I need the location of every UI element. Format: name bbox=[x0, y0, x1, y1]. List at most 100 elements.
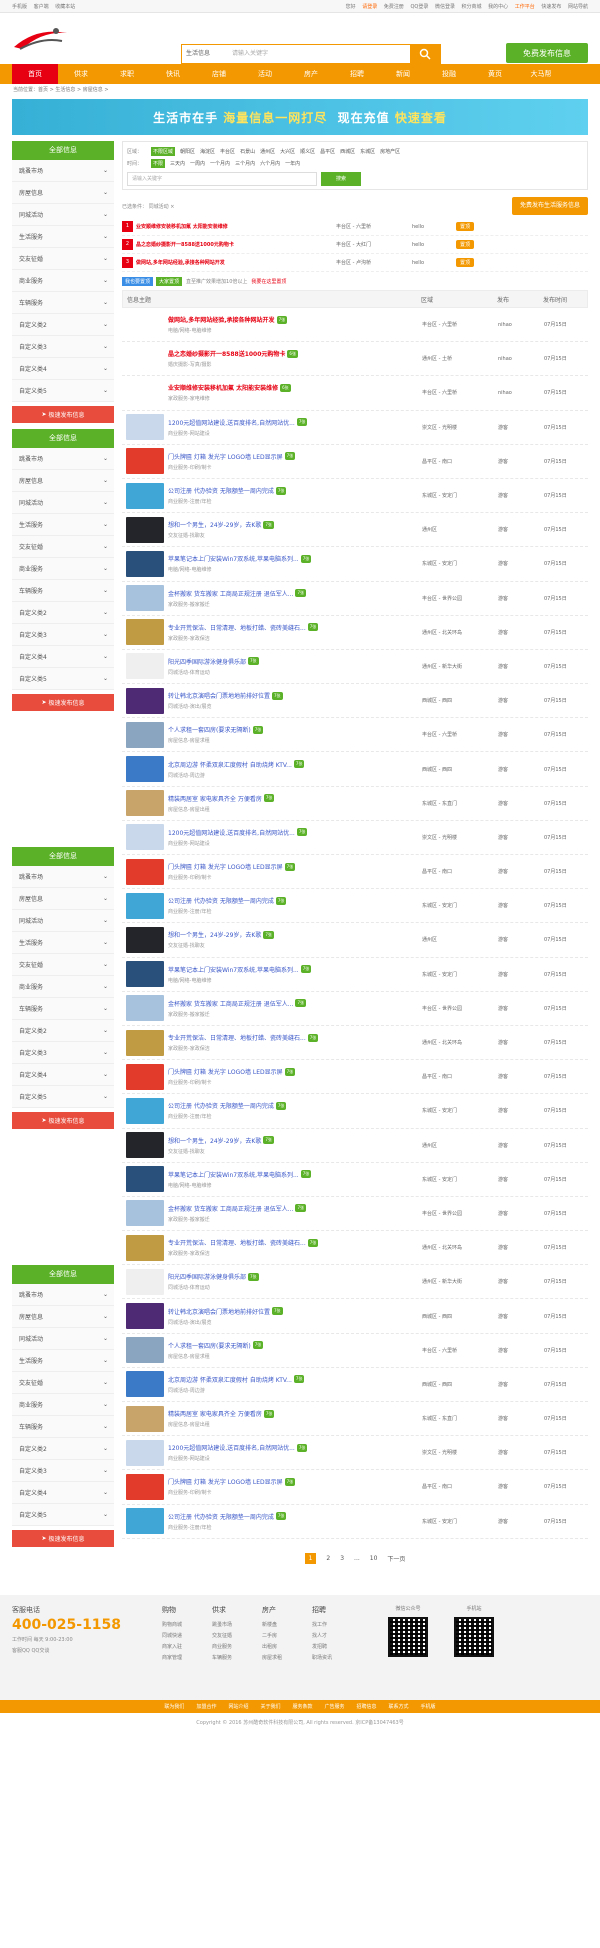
area-option[interactable]: 西城区 bbox=[340, 148, 355, 155]
listing-thumbnail[interactable] bbox=[126, 653, 164, 680]
sidebar-item[interactable]: 跳蚤市场 ⌄ bbox=[12, 160, 114, 182]
login-link[interactable]: 请登录 bbox=[362, 4, 377, 10]
listing-title[interactable]: 金杯搬家 货车搬家 工商局正规注册 退伍军人... 7张 bbox=[168, 999, 422, 1008]
listing-thumbnail[interactable] bbox=[126, 311, 164, 338]
listing-title[interactable]: 苹果笔记本上门安装Win7双系统,苹果电脑系列... 7张 bbox=[168, 1170, 422, 1179]
listing-thumbnail[interactable] bbox=[126, 448, 164, 475]
sticky-row[interactable]: 3 做网站,多年网站经验,承接各种网站开发 丰台区 - 卢沟桥 hello 置顶 bbox=[122, 254, 588, 272]
listing-thumbnail[interactable] bbox=[126, 345, 164, 372]
listing-title[interactable]: 想和一个男生，24岁-29岁，去K歌 7张 bbox=[168, 930, 422, 939]
listing-title[interactable]: 精装两居室 家电家具齐全 万便看房 7张 bbox=[168, 794, 422, 803]
listing-title[interactable]: 公司注册 代办验资 无限额垫一周内完成 7张 bbox=[168, 1512, 422, 1521]
footer-link[interactable]: 出租房 bbox=[262, 1643, 312, 1650]
area-option[interactable]: 昌平区 bbox=[320, 148, 335, 155]
listing-title[interactable]: 阳光四季国际游泳健身俱乐部 7张 bbox=[168, 657, 422, 666]
listing-thumbnail[interactable] bbox=[126, 379, 164, 406]
footer-link[interactable]: 购物商城 bbox=[162, 1621, 212, 1628]
table-row[interactable]: 金杯搬家 货车搬家 工商局正规注册 退伍军人... 7张 家政服务-搬家搬迁 丰台区 … bbox=[122, 992, 588, 1026]
table-row[interactable]: 苹果笔记本上门安装Win7双系统,苹果电脑系列... 7张 电脑/网络-电脑维修 东城… bbox=[122, 547, 588, 582]
table-row[interactable]: 北京周边游 怀柔双泉汇度假村 自助烧烤 KTV... 7张 同城活动-周边游 西城区 … bbox=[122, 752, 588, 787]
sidebar-item[interactable]: 同城活动 ⌄ bbox=[12, 204, 114, 226]
page-link[interactable]: 10 bbox=[370, 1555, 378, 1562]
sidebar-item[interactable]: 车辆服务 ⌄ bbox=[12, 998, 114, 1020]
table-row[interactable]: 个人求租一套四房(要求无隔断) 7张 房屋信息-房屋求租 丰台区 - 六里桥 游客 07月… bbox=[122, 718, 588, 753]
listing-thumbnail[interactable] bbox=[126, 1439, 164, 1466]
sidebar-item[interactable]: 交友征婚 ⌄ bbox=[12, 248, 114, 270]
listing-title[interactable]: 门头牌匾 灯箱 发光字 LOGO墙 LED显示屏 7张 bbox=[168, 1477, 422, 1486]
sidebar-item[interactable]: 车辆服务 ⌄ bbox=[12, 292, 114, 314]
listing-thumbnail[interactable] bbox=[126, 1337, 164, 1364]
footer-link[interactable]: 发招聘 bbox=[312, 1643, 362, 1650]
time-option[interactable]: 一年内 bbox=[285, 160, 300, 167]
nav-home[interactable]: 首页 bbox=[12, 64, 58, 84]
area-option[interactable]: 不限区域 bbox=[151, 146, 176, 156]
sidebar-item[interactable]: 车辆服务 ⌄ bbox=[12, 580, 114, 602]
sticky-row[interactable]: 1 业安顺维修安装移机加氟 太阳能安装维修 丰台区 - 六里桥 hello 置顶 bbox=[122, 218, 588, 236]
sidebar-item[interactable]: 商业服务 ⌄ bbox=[12, 558, 114, 580]
sidebar-item[interactable]: 交友征婚 ⌄ bbox=[12, 1372, 114, 1394]
listing-title[interactable]: 公司注册 代办验资 无限额垫一周内完成 7张 bbox=[168, 896, 422, 905]
table-row[interactable]: 公司注册 代办验资 无限额垫一周内完成 7张 商业服务-注册/年检 东城区 - 安定门… bbox=[122, 479, 588, 514]
listing-title[interactable]: 业安顺维修安装移机加氟 太阳能安装维修 6张 bbox=[168, 383, 422, 392]
listing-thumbnail[interactable] bbox=[126, 619, 164, 646]
listing-thumbnail[interactable] bbox=[126, 1029, 164, 1056]
listing-thumbnail[interactable] bbox=[126, 687, 164, 714]
table-row[interactable]: 1200元超值网站建设,送百度排名,自然网站优... 7张 商业服务-网站建设 崇文区… bbox=[122, 1436, 588, 1471]
listing-thumbnail[interactable] bbox=[126, 414, 164, 441]
nav-recruit[interactable]: 招聘 bbox=[334, 64, 380, 84]
sidebar-item[interactable]: 生活服务 ⌄ bbox=[12, 226, 114, 248]
footer-link[interactable]: 职场资讯 bbox=[312, 1654, 362, 1661]
sidebar-item[interactable]: 交友征婚 ⌄ bbox=[12, 954, 114, 976]
table-row[interactable]: 精装两居室 家电家具齐全 万便看房 7张 房屋信息-房屋出租 东城区 - 东直门 游客 0… bbox=[122, 787, 588, 821]
sidebar-item[interactable]: 生活服务 ⌄ bbox=[12, 1350, 114, 1372]
listing-title[interactable]: 个人求租一套四房(要求无隔断) 7张 bbox=[168, 1341, 422, 1350]
listing-title[interactable]: 专业开荒保洁、日常清理、地板打蜡、瓷砖美缝石... 7张 bbox=[168, 1238, 422, 1247]
page-link[interactable]: 3 bbox=[340, 1555, 344, 1562]
sidebar-item[interactable]: 自定义类4 ⌄ bbox=[12, 1064, 114, 1086]
table-row[interactable]: 公司注册 代办验资 无限额垫一周内完成 7张 商业服务-注册/年检 东城区 - 安定门… bbox=[122, 889, 588, 924]
table-row[interactable]: 阳光四季国际游泳健身俱乐部 7张 同城活动-体育运动 通州区 - 新华大街 游客 07月1… bbox=[122, 650, 588, 685]
footer-nav-link[interactable]: 广告服务 bbox=[325, 1703, 345, 1710]
search-category-select[interactable]: 生活信息 bbox=[182, 45, 232, 63]
footer-link[interactable]: 跳蚤市场 bbox=[212, 1621, 262, 1628]
sidebar-item[interactable]: 自定义类4 ⌄ bbox=[12, 358, 114, 380]
nav-invest[interactable]: 投融 bbox=[426, 64, 472, 84]
table-row[interactable]: 门头牌匾 灯箱 发光字 LOGO墙 LED显示屏 7张 商业服务-印刷/制卡 昌平区 … bbox=[122, 1060, 588, 1095]
filter-search-button[interactable]: 搜索 bbox=[321, 172, 361, 186]
sidebar-item[interactable]: 房屋信息 ⌄ bbox=[12, 1306, 114, 1328]
footer-link[interactable]: 房屋求租 bbox=[262, 1654, 312, 1661]
sidebar-item[interactable]: 自定义类3 ⌄ bbox=[12, 1460, 114, 1482]
nav-supply[interactable]: 供求 bbox=[58, 64, 104, 84]
table-row[interactable]: 门头牌匾 灯箱 发光字 LOGO墙 LED显示屏 7张 商业服务-印刷/制卡 昌平区 … bbox=[122, 1470, 588, 1505]
table-row[interactable]: 苹果笔记本上门安装Win7双系统,苹果电脑系列... 7张 电脑/网络-电脑维修 东城… bbox=[122, 1163, 588, 1197]
table-row[interactable]: 公司注册 代办验资 无限额垫一周内完成 7张 商业服务-注册/年检 东城区 - 安定门… bbox=[122, 1094, 588, 1129]
listing-title[interactable]: 1200元超值网站建设,送百度排名,自然网站优... 7张 bbox=[168, 1443, 422, 1452]
footer-link[interactable]: 商家管理 bbox=[162, 1654, 212, 1661]
listing-title[interactable]: 个人求租一套四房(要求无隔断) 7张 bbox=[168, 725, 422, 734]
footer-nav-link[interactable]: 关于我们 bbox=[260, 1703, 280, 1710]
listing-thumbnail[interactable] bbox=[126, 1132, 164, 1159]
keyword-input[interactable]: 请输入关键字 bbox=[127, 172, 317, 186]
sidebar-item[interactable]: 自定义类5 ⌄ bbox=[12, 1504, 114, 1526]
sidebar-item[interactable]: 生活服务 ⌄ bbox=[12, 514, 114, 536]
sidebar-item[interactable]: 同城活动 ⌄ bbox=[12, 1328, 114, 1350]
promo-banner[interactable]: 生活市在手 海量信息一网打尽 现在充值 快速查看 bbox=[12, 99, 588, 135]
sidebar-item[interactable]: 自定义类4 ⌄ bbox=[12, 1482, 114, 1504]
favorite-link[interactable]: 收藏本站 bbox=[55, 4, 75, 10]
table-row[interactable]: 精装两居室 家电家具齐全 万便看房 7张 房屋信息-房屋出租 东城区 - 东直门 游客 0… bbox=[122, 1402, 588, 1437]
listing-title[interactable]: 想和一个男生，24岁-29岁，去K歌 7张 bbox=[168, 520, 422, 529]
listing-thumbnail[interactable] bbox=[126, 1234, 164, 1261]
footer-link[interactable]: 商业服务 bbox=[212, 1643, 262, 1650]
footer-link[interactable]: 车辆服务 bbox=[212, 1654, 262, 1661]
search-button[interactable] bbox=[410, 45, 440, 63]
table-row[interactable]: 个人求租一套四房(要求无隔断) 7张 房屋信息-房屋求租 丰台区 - 六里桥 游客 07月… bbox=[122, 1334, 588, 1368]
footer-link[interactable]: 二手房 bbox=[262, 1632, 312, 1639]
listing-title[interactable]: 阳光四季国际游泳健身俱乐部 7张 bbox=[168, 1272, 422, 1281]
listing-thumbnail[interactable] bbox=[126, 1097, 164, 1124]
listing-thumbnail[interactable] bbox=[126, 756, 164, 783]
nav-events[interactable]: 活动 bbox=[242, 64, 288, 84]
nav-yellow-pages[interactable]: 黄页 bbox=[472, 64, 518, 84]
listing-title[interactable]: 门头牌匾 灯箱 发光字 LOGO墙 LED显示屏 7张 bbox=[168, 452, 422, 461]
listing-thumbnail[interactable] bbox=[126, 790, 164, 817]
nav-news[interactable]: 新闻 bbox=[380, 64, 426, 84]
